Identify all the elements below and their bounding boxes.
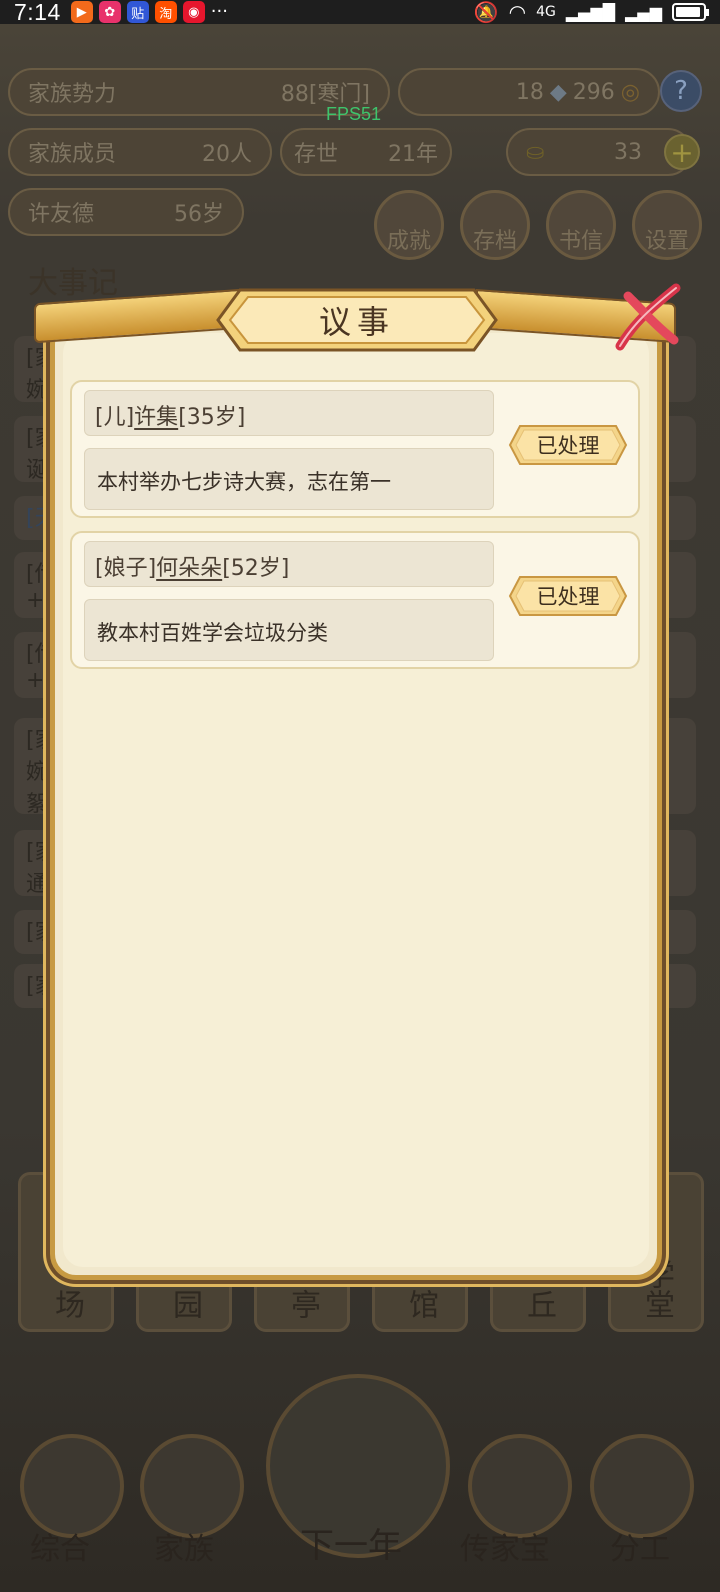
nav-overview-label: 综合 xyxy=(30,1532,90,1567)
signal-icon: ▂▄▆█ xyxy=(565,2,616,22)
processed-label: 已处理 xyxy=(536,585,600,609)
nav-assign-button[interactable] xyxy=(590,1434,694,1538)
copper-value: 296 xyxy=(572,79,615,105)
achievement-button[interactable]: 成就 xyxy=(374,190,444,260)
gold-value: 33 xyxy=(614,139,642,165)
chronicle-title: 大事记 xyxy=(28,266,118,301)
council-item: [儿]许集[35岁] 本村举办七步诗大赛，志在第一 已处理 xyxy=(70,380,640,518)
nav-family-button[interactable] xyxy=(140,1434,244,1538)
weibo-app-icon: ◉ xyxy=(182,1,205,23)
task-description: 本村举办七步诗大赛，志在第一 xyxy=(84,448,494,510)
silver-icon: ◆ xyxy=(549,79,567,105)
member-age: [52岁] xyxy=(222,556,290,581)
save-button[interactable]: 存档 xyxy=(460,190,530,260)
nav-overview-button[interactable] xyxy=(20,1434,124,1538)
settings-label: 设置 xyxy=(644,229,689,254)
nav-next-year-label: 下一年 xyxy=(300,1526,402,1566)
family-power-label: 家族势力 xyxy=(28,82,117,107)
tieba-app-icon: 贴 xyxy=(126,1,149,23)
letters-label: 书信 xyxy=(558,229,603,254)
patriarch-name: 许友德 xyxy=(28,202,95,227)
silver-value: 18 xyxy=(515,79,544,105)
fps-counter: FPS51 xyxy=(326,104,382,124)
member-name-link[interactable]: 许集 xyxy=(134,405,178,430)
wifi-icon: ◠ xyxy=(508,0,527,24)
settings-button[interactable]: 设置 xyxy=(632,190,702,260)
status-bar: 7:14 ▶ ✿ 贴 淘 ◉ ··· 🔕 ◠ 4G ▂▄▆█ ▂▄▆ xyxy=(0,0,720,25)
shopping-app-icon: ✿ xyxy=(98,1,121,23)
letters-button[interactable]: 书信 xyxy=(546,190,616,260)
copper-coin-icon: ◎ xyxy=(620,79,640,105)
council-item: [娘子]何朵朵[52岁] 教本村百姓学会垃圾分类 已处理 xyxy=(70,531,640,669)
video-app-icon: ▶ xyxy=(70,1,93,23)
patriarch-age: 56岁 xyxy=(174,202,224,227)
processed-label: 已处理 xyxy=(536,434,600,458)
exist-value: 21年 xyxy=(388,142,438,167)
close-icon[interactable] xyxy=(612,282,684,354)
save-label: 存档 xyxy=(472,229,517,254)
battery-icon xyxy=(672,3,709,21)
task-description: 教本村百姓学会垃圾分类 xyxy=(84,599,494,661)
member-info: [儿]许集[35岁] xyxy=(84,390,494,436)
processed-button[interactable]: 已处理 xyxy=(508,424,628,466)
signal-icon-2: ▂▄▆ xyxy=(625,2,662,22)
achievement-label: 成就 xyxy=(386,229,431,254)
help-button[interactable]: ? xyxy=(660,70,702,112)
members-bar: 家族成员 20人 xyxy=(8,128,272,176)
member-relation: [娘子] xyxy=(95,556,157,581)
dialog-title-plate: 议事 xyxy=(216,288,498,352)
exist-label: 存世 xyxy=(294,142,339,167)
member-info: [娘子]何朵朵[52岁] xyxy=(84,541,494,587)
network-type-label: 4G xyxy=(536,4,556,20)
gold-ingot-icon: ⛀ xyxy=(526,139,545,165)
clock: 7:14 xyxy=(14,0,61,25)
currency-bar: 18 ◆ 296 ◎ xyxy=(398,68,660,116)
nav-heirloom-button[interactable] xyxy=(468,1434,572,1538)
member-relation: [儿] xyxy=(95,405,135,430)
nav-heirloom-label: 传家宝 xyxy=(460,1532,550,1567)
member-name-link[interactable]: 何朵朵 xyxy=(156,556,222,581)
add-gold-button[interactable]: + xyxy=(664,134,700,170)
members-value: 20人 xyxy=(202,142,252,167)
patriarch-bar: 许友德 56岁 xyxy=(8,188,244,236)
dialog-title: 议事 xyxy=(318,303,395,341)
members-label: 家族成员 xyxy=(28,142,117,167)
plus-icon: + xyxy=(670,135,694,169)
notification-icons: ▶ ✿ 贴 淘 ◉ ··· xyxy=(70,1,228,23)
exist-years-bar: 存世 21年 xyxy=(280,128,452,176)
nav-assign-label: 分工 xyxy=(610,1532,670,1567)
processed-button[interactable]: 已处理 xyxy=(508,575,628,617)
nav-family-label: 家族 xyxy=(154,1532,214,1567)
mute-bell-icon: 🔕 xyxy=(473,0,499,24)
taobao-app-icon: 淘 xyxy=(154,1,177,23)
more-notifications-icon: ··· xyxy=(210,1,228,22)
question-icon: ? xyxy=(674,76,688,106)
member-age: [35岁] xyxy=(178,405,246,430)
